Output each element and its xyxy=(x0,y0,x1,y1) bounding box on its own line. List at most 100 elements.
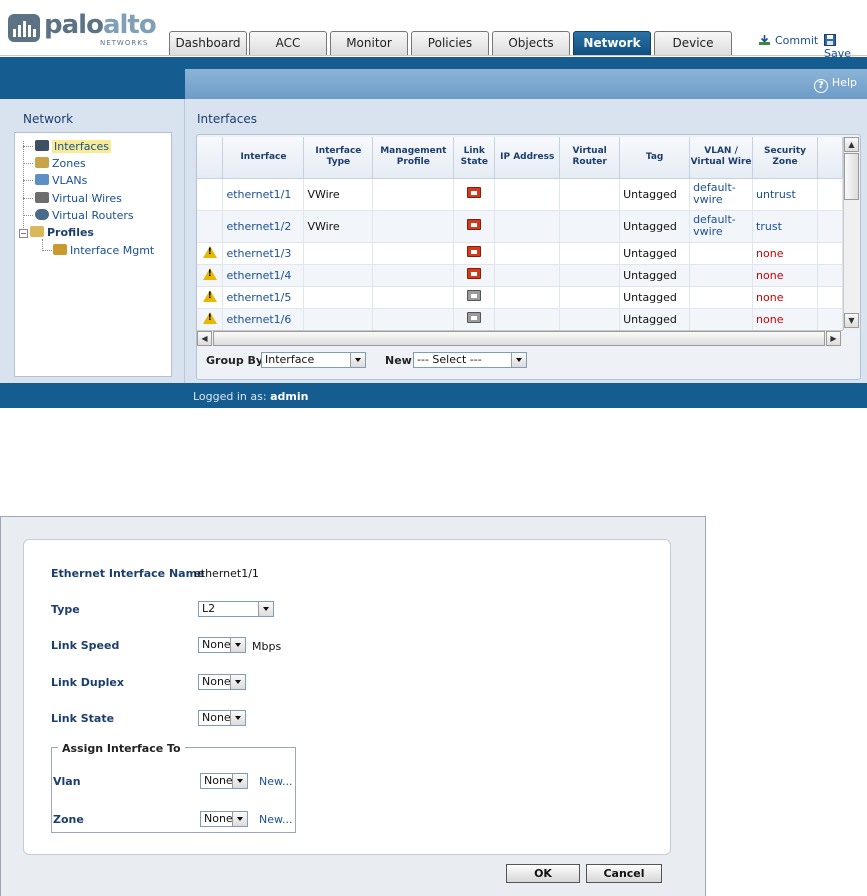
link-speed-select[interactable]: None xyxy=(198,637,246,653)
sidebar: Network Interfaces Zones VLANs Virtual W… xyxy=(0,99,185,383)
vlan-select[interactable]: None xyxy=(200,773,248,789)
save-disk-icon xyxy=(824,34,837,46)
cell-security-zone: none xyxy=(752,264,818,287)
warning-icon xyxy=(202,289,217,302)
link-duplex-select[interactable]: None xyxy=(198,674,246,690)
sidebar-item-vlans[interactable]: VLANs xyxy=(35,174,87,187)
new-zone-link[interactable]: New... xyxy=(259,813,292,826)
commit-button[interactable]: Commit xyxy=(758,34,818,47)
tab-acc[interactable]: ACC xyxy=(249,31,327,55)
new-vlan-link[interactable]: New... xyxy=(259,775,292,788)
column-header-interface[interactable]: Interface xyxy=(222,137,305,179)
column-header-extra xyxy=(817,137,843,179)
cell-link-state xyxy=(453,308,496,330)
cell-interface[interactable]: ethernet1/6 xyxy=(222,308,305,330)
warning-icon xyxy=(202,245,217,258)
new-label: New xyxy=(385,354,412,367)
tab-network[interactable]: Network xyxy=(573,31,651,55)
collapse-toggle-icon[interactable]: − xyxy=(19,229,28,238)
horizontal-scrollbar[interactable]: ◀ ▶ xyxy=(197,330,843,347)
cell-security-zone: trust xyxy=(752,210,818,243)
table-row[interactable]: ethernet1/3 Untagged none xyxy=(197,242,843,265)
cell-tag: Untagged xyxy=(619,264,691,287)
column-header-ip-address[interactable]: IP Address xyxy=(494,137,561,179)
column-header-virtual-router[interactable]: Virtual Router xyxy=(559,137,621,179)
tab-dashboard[interactable]: Dashboard xyxy=(169,31,247,55)
cell-ip-address xyxy=(494,308,561,330)
sidebar-item-virtual-wires[interactable]: Virtual Wires xyxy=(35,192,122,205)
cell-interface[interactable]: ethernet1/2 xyxy=(222,210,305,243)
interface-name-label: Ethernet Interface Name xyxy=(51,567,205,580)
cell-ip-address xyxy=(494,178,561,211)
cell-vlan-virtual-wire xyxy=(689,286,754,309)
tab-objects[interactable]: Objects xyxy=(492,31,570,55)
cell-tag: Untagged xyxy=(619,178,691,211)
sidebar-item-interface-mgmt[interactable]: Interface Mgmt xyxy=(53,244,154,257)
scroll-right-icon[interactable]: ▶ xyxy=(826,331,841,346)
cell-link-state xyxy=(453,286,496,309)
scroll-down-icon[interactable]: ▼ xyxy=(844,313,859,328)
table-row[interactable]: ethernet1/5 Untagged none xyxy=(197,286,843,309)
cell-interface[interactable]: ethernet1/3 xyxy=(222,242,305,265)
chevron-down-icon xyxy=(232,774,247,788)
cell-ip-address xyxy=(494,242,561,265)
cell-link-state xyxy=(453,242,496,265)
column-header-warning[interactable] xyxy=(197,137,224,179)
cell-interface[interactable]: ethernet1/5 xyxy=(222,286,305,309)
table-row[interactable]: ethernet1/6 Untagged none xyxy=(197,308,843,330)
vertical-scrollbar[interactable]: ▲ ▼ xyxy=(843,137,860,330)
table-row[interactable]: ethernet1/2 VWire Untagged default-vwire tru… xyxy=(197,210,843,243)
horizontal-scroll-thumb[interactable] xyxy=(213,331,825,346)
cell-interface-type xyxy=(303,264,374,287)
paloalto-logo: paloalto NETWORKS xyxy=(4,6,157,52)
cell-interface[interactable]: ethernet1/1 xyxy=(222,178,305,211)
cell-extra xyxy=(817,308,843,330)
link-state-select[interactable]: None xyxy=(198,710,246,726)
column-header-interface-type[interactable]: Interface Type xyxy=(303,137,374,179)
cell-vlan-virtual-wire: default-vwire xyxy=(689,178,754,211)
cell-ip-address xyxy=(494,264,561,287)
cancel-button[interactable]: Cancel xyxy=(586,864,662,883)
tab-policies[interactable]: Policies xyxy=(411,31,489,55)
logged-in-user: admin xyxy=(270,390,309,403)
tab-device[interactable]: Device xyxy=(654,31,732,55)
ok-button[interactable]: OK xyxy=(506,864,580,883)
table-row[interactable]: ethernet1/4 Untagged none xyxy=(197,264,843,287)
zones-icon xyxy=(35,157,49,168)
vertical-scroll-thumb[interactable] xyxy=(844,153,859,200)
interfaces-table: Interface Interface Type Management Prof… xyxy=(197,137,843,330)
column-header-link-state[interactable]: Link State xyxy=(453,137,496,179)
link-speed-unit: Mbps xyxy=(252,640,282,653)
cell-interface[interactable]: ethernet1/4 xyxy=(222,264,305,287)
cell-warning xyxy=(197,242,224,265)
table-row[interactable]: ethernet1/1 VWire Untagged default-vwire unt… xyxy=(197,178,843,211)
column-header-tag[interactable]: Tag xyxy=(619,137,691,179)
cell-ip-address xyxy=(494,286,561,309)
cell-extra xyxy=(817,178,843,211)
sidebar-item-interfaces[interactable]: Interfaces xyxy=(35,140,111,153)
group-by-label: Group By xyxy=(206,354,264,367)
column-header-security-zone[interactable]: Security Zone xyxy=(752,137,818,179)
tab-monitor[interactable]: Monitor xyxy=(330,31,408,55)
zone-select[interactable]: None xyxy=(200,811,248,827)
cell-vlan-virtual-wire xyxy=(689,308,754,330)
cell-virtual-router xyxy=(559,242,621,265)
commit-label: Commit xyxy=(775,34,819,47)
new-select[interactable]: --- Select --- xyxy=(413,352,527,368)
help-icon: ? xyxy=(813,79,828,93)
column-header-vlan-virtual-wire[interactable]: VLAN / Virtual Wire xyxy=(689,137,754,179)
scroll-left-icon[interactable]: ◀ xyxy=(197,331,212,346)
sidebar-item-profiles[interactable]: − Profiles xyxy=(19,226,94,239)
group-by-select[interactable]: Interface xyxy=(261,352,366,368)
cell-virtual-router xyxy=(559,286,621,309)
sidebar-item-virtual-routers[interactable]: Virtual Routers xyxy=(35,209,134,222)
sidebar-item-zones[interactable]: Zones xyxy=(35,157,86,170)
help-button[interactable]: ? Help xyxy=(813,76,857,93)
warning-icon xyxy=(202,267,217,280)
cell-interface-type xyxy=(303,286,374,309)
interface-name-value: ethernet1/1 xyxy=(194,567,259,580)
type-select[interactable]: L2 xyxy=(198,601,274,617)
column-header-management-profile[interactable]: Management Profile xyxy=(372,137,455,179)
cell-warning xyxy=(197,286,224,309)
scroll-up-icon[interactable]: ▲ xyxy=(844,137,859,152)
